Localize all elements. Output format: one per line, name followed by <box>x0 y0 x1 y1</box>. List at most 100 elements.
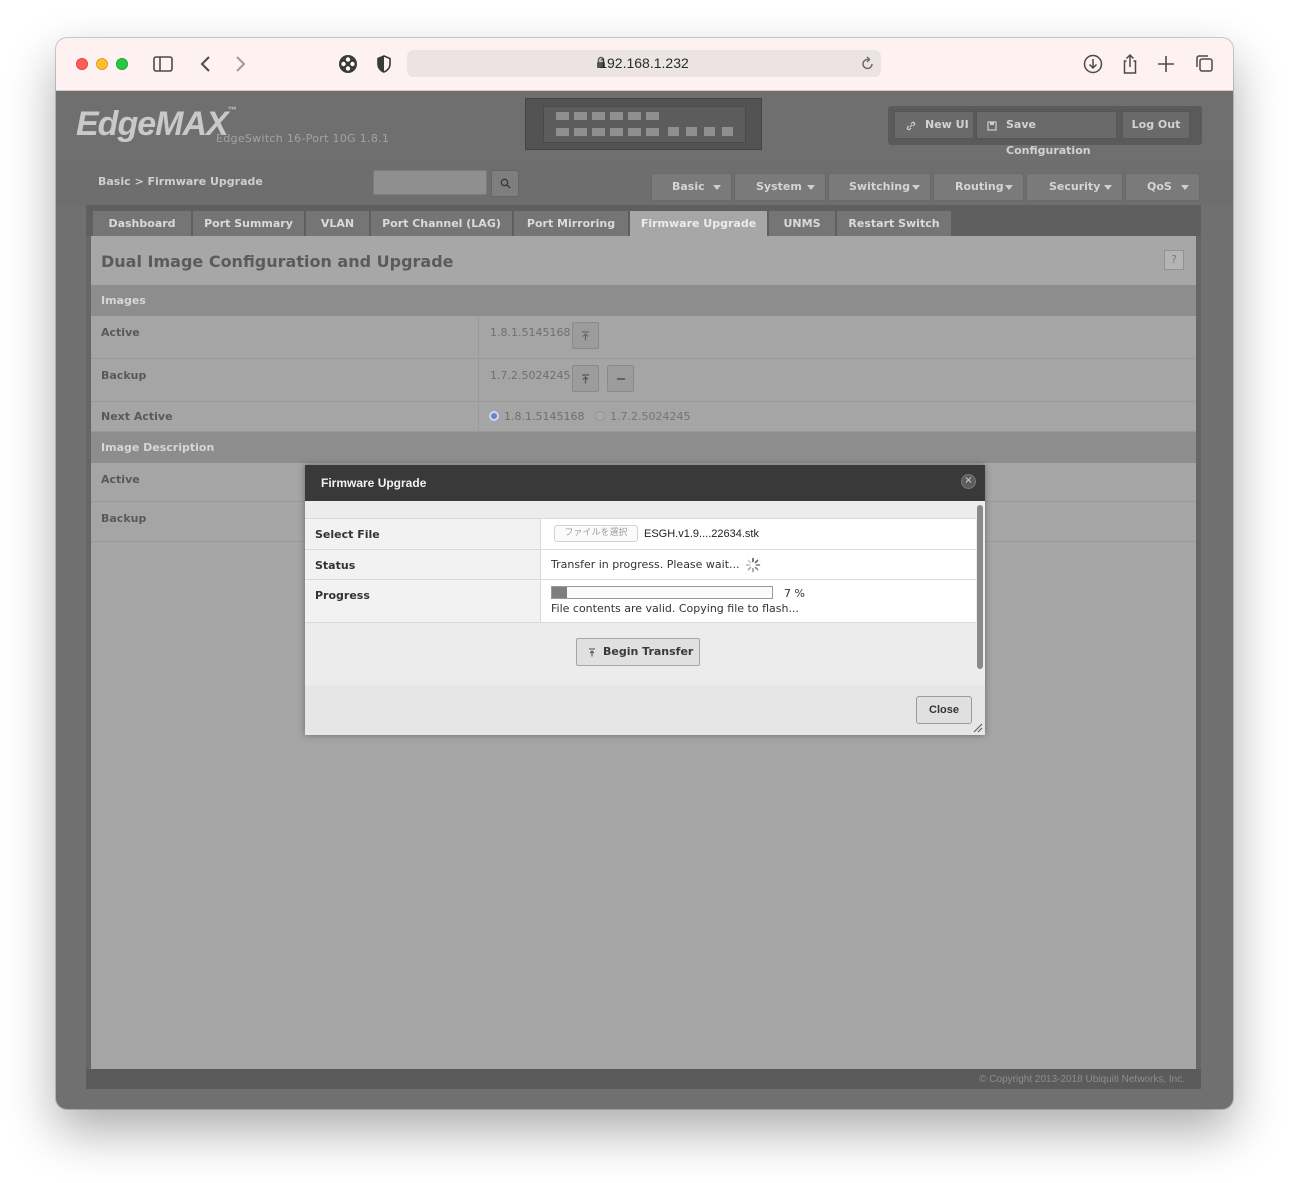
status-text: Transfer in progress. Please wait... <box>551 558 740 571</box>
menu-routing[interactable]: Routing <box>933 173 1024 201</box>
search-input[interactable] <box>373 170 487 195</box>
page-footer: © Copyright 2013-2018 Ubiquiti Networks,… <box>86 1069 1201 1089</box>
sfp-port-icon[interactable] <box>704 127 715 136</box>
dialog-scroll-thumb[interactable] <box>977 505 983 669</box>
progress-bar <box>551 586 773 599</box>
window-close-button[interactable] <box>76 58 88 70</box>
upload-active-button[interactable] <box>572 322 599 349</box>
privacy-shield-icon[interactable] <box>373 53 395 75</box>
radio-next-active-1[interactable] <box>489 411 499 421</box>
port-icon[interactable] <box>574 128 587 136</box>
chevron-down-icon <box>807 185 815 190</box>
progress-label: Progress <box>305 580 541 622</box>
resize-grip-icon[interactable] <box>972 722 983 733</box>
port-icon[interactable] <box>592 112 605 120</box>
help-button[interactable]: ? <box>1164 250 1184 270</box>
images-section-header: Images <box>91 285 1196 316</box>
port-icon[interactable] <box>592 128 605 136</box>
upgrade-form: Select File ファイルを選択 ESGH.v1.9....22634.s… <box>305 518 976 623</box>
new-ui-button[interactable]: New UI <box>894 111 974 139</box>
port-icon[interactable] <box>628 128 641 136</box>
dialog-header[interactable]: Firmware Upgrade × <box>305 465 985 501</box>
log-out-button[interactable]: Log Out <box>1122 111 1190 139</box>
port-icon[interactable] <box>556 112 569 120</box>
delete-backup-button[interactable] <box>607 365 634 392</box>
tab-port-channel[interactable]: Port Channel (LAG) <box>371 211 512 236</box>
radio-next-active-2[interactable] <box>595 411 605 421</box>
backup-version: 1.7.2.5024245 <box>490 369 571 382</box>
active-label: Active <box>101 326 140 339</box>
extension-icon[interactable] <box>337 53 359 75</box>
chevron-down-icon <box>1181 185 1189 190</box>
tab-unms[interactable]: UNMS <box>769 211 835 236</box>
begin-transfer-button[interactable]: Begin Transfer <box>576 638 700 666</box>
url-text: 192.168.1.232 <box>599 55 689 71</box>
dialog-body: Select File ファイルを選択 ESGH.v1.9....22634.s… <box>305 501 976 685</box>
tab-dashboard[interactable]: Dashboard <box>93 211 191 236</box>
forward-icon[interactable] <box>229 53 251 75</box>
menu-switching[interactable]: Switching <box>828 173 931 201</box>
header-button-group: New UI Save Configuration Log Out <box>888 106 1202 157</box>
progress-percent: 7 % <box>784 587 805 600</box>
tab-port-summary[interactable]: Port Summary <box>193 211 304 236</box>
radio-label-1: 1.8.1.5145168 <box>504 410 585 423</box>
upload-icon <box>582 331 589 341</box>
sfp-port-icon[interactable] <box>668 127 679 136</box>
tab-firmware-upgrade[interactable]: Firmware Upgrade <box>630 211 767 236</box>
next-active-label: Next Active <box>101 410 173 423</box>
dialog-title: Firmware Upgrade <box>321 476 427 490</box>
status-label: Status <box>305 550 541 579</box>
row-divider <box>478 359 479 401</box>
tab-vlan[interactable]: VLAN <box>306 211 369 236</box>
tab-port-mirroring[interactable]: Port Mirroring <box>514 211 628 236</box>
back-icon[interactable] <box>195 53 217 75</box>
next-active-row: Next Active 1.8.1.5145168 1.7.2.5024245 <box>91 402 1196 432</box>
upload-backup-button[interactable] <box>572 365 599 392</box>
port-icon[interactable] <box>646 112 659 120</box>
link-icon <box>906 121 916 131</box>
device-name: EdgeSwitch 16-Port 10G 1.8.1 <box>216 132 390 145</box>
address-bar[interactable]: 192.168.1.232 <box>407 50 881 77</box>
row-divider <box>478 402 479 431</box>
window-maximize-button[interactable] <box>116 58 128 70</box>
image-description-section-header: Image Description <box>91 432 1196 463</box>
progress-bar-fill <box>552 587 568 598</box>
chevron-down-icon <box>912 185 920 190</box>
window-minimize-button[interactable] <box>96 58 108 70</box>
port-icon[interactable] <box>556 128 569 136</box>
menu-qos[interactable]: QoS <box>1125 173 1200 201</box>
search-button[interactable] <box>491 170 519 197</box>
breadcrumb: Basic > Firmware Upgrade <box>98 175 263 188</box>
menu-system[interactable]: System <box>734 173 826 201</box>
share-icon[interactable] <box>1119 53 1141 75</box>
sfp-port-icon[interactable] <box>722 127 733 136</box>
tab-restart-switch[interactable]: Restart Switch <box>837 211 951 236</box>
dialog-scrollbar[interactable] <box>976 501 985 685</box>
dialog-footer: Close <box>305 685 976 735</box>
new-tab-icon[interactable] <box>1155 53 1177 75</box>
port-icon[interactable] <box>610 128 623 136</box>
menu-basic[interactable]: Basic <box>651 173 732 201</box>
progress-row: Progress 7 % File contents are valid. Co… <box>305 580 976 623</box>
sfp-port-icon[interactable] <box>686 127 697 136</box>
port-icon[interactable] <box>646 128 659 136</box>
loading-spinner-icon <box>745 557 761 573</box>
port-icon[interactable] <box>610 112 623 120</box>
download-icon[interactable] <box>1082 53 1104 75</box>
switch-port-panel <box>525 98 762 150</box>
radio-label-2: 1.7.2.5024245 <box>610 410 691 423</box>
close-button[interactable]: Close <box>916 696 972 724</box>
choose-file-button[interactable]: ファイルを選択 <box>554 525 638 542</box>
edgemax-logo: EdgeMAX™ <box>76 105 237 143</box>
row-divider <box>478 316 479 358</box>
upload-icon <box>582 374 589 384</box>
menu-security[interactable]: Security <box>1026 173 1123 201</box>
reload-icon[interactable] <box>861 55 875 71</box>
sidebar-icon[interactable] <box>152 53 174 75</box>
save-configuration-button[interactable]: Save Configuration <box>976 111 1117 157</box>
port-icon[interactable] <box>628 112 641 120</box>
backup-label: Backup <box>101 369 147 382</box>
dialog-close-icon[interactable]: × <box>961 474 976 489</box>
tabs-overview-icon[interactable] <box>1193 53 1215 75</box>
port-icon[interactable] <box>574 112 587 120</box>
